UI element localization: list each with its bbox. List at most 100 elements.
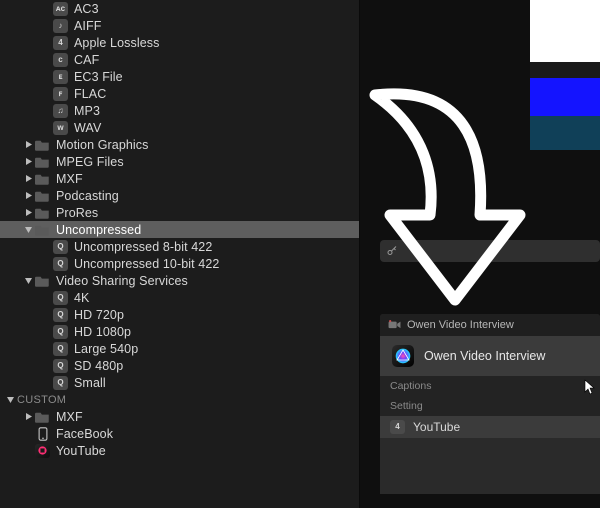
disclosure-right-icon[interactable] xyxy=(24,174,33,183)
tree-item-label: MXF xyxy=(56,410,356,424)
tree-item-label: Video Sharing Services xyxy=(56,274,356,288)
folder-icon xyxy=(35,206,50,220)
tree-item-label: SD 480p xyxy=(74,359,356,373)
app-icon xyxy=(35,444,50,458)
folder-icon xyxy=(35,274,50,288)
tree-item-format[interactable]: ♪AIFF xyxy=(0,17,360,34)
camera-icon xyxy=(388,320,401,331)
tree-item-format[interactable]: 4Apple Lossless xyxy=(0,34,360,51)
preset-icon: Q xyxy=(53,376,68,390)
tree-item-format[interactable]: ᴡ WAV xyxy=(0,119,360,136)
preset-icon: Q xyxy=(53,291,68,305)
fcpx-app-icon xyxy=(392,345,414,367)
tree-item-preset[interactable]: Q 4K xyxy=(0,289,360,306)
tree-item-category[interactable]: Podcasting xyxy=(0,187,360,204)
tree-item-format[interactable]: ꜰ FLAC xyxy=(0,85,360,102)
tree-item-label: Podcasting xyxy=(56,189,356,203)
folder-icon xyxy=(35,410,50,424)
setting-section-label: Setting xyxy=(380,396,600,416)
tree-item-label: MPEG Files xyxy=(56,155,356,169)
tree-item-label: AC3 xyxy=(74,2,356,16)
tree-item-preset[interactable]: Q Uncompressed 10-bit 422 xyxy=(0,255,360,272)
tree-item-label: MXF xyxy=(56,172,356,186)
tree-item-category[interactable]: Motion Graphics xyxy=(0,136,360,153)
preset-icon: Q xyxy=(53,359,68,373)
format-icon: ᴄ xyxy=(53,53,68,67)
tree-item-label: EC3 File xyxy=(74,70,356,84)
tree-item-custom[interactable]: YouTube xyxy=(0,442,360,459)
disclosure-right-icon[interactable] xyxy=(24,208,33,217)
preset-icon: Q xyxy=(53,342,68,356)
share-panel-header: Owen Video Interview xyxy=(380,314,600,336)
key-icon xyxy=(386,245,398,257)
tree-item-format[interactable]: ᴄCAF xyxy=(0,51,360,68)
tree-item-label: HD 720p xyxy=(74,308,356,322)
preset-icon: Q xyxy=(53,240,68,254)
tree-item-label: MP3 xyxy=(74,104,356,118)
project-row[interactable]: Owen Video Interview xyxy=(380,336,600,376)
project-title: Owen Video Interview xyxy=(424,349,545,363)
tree-item-preset[interactable]: Q Uncompressed 8-bit 422 xyxy=(0,238,360,255)
format-icon: ᴀᴄ xyxy=(53,2,68,16)
setting-value-icon: 4 xyxy=(390,420,405,434)
setting-value-label: YouTube xyxy=(413,420,460,434)
preset-icon: Q xyxy=(53,308,68,322)
tree-item-label: Small xyxy=(74,376,356,390)
folder-icon xyxy=(35,155,50,169)
tree-item-label: HD 1080p xyxy=(74,325,356,339)
tree-item-preset[interactable]: Q SD 480p xyxy=(0,357,360,374)
format-icon: ♪ xyxy=(53,19,68,33)
tree-item-label: Uncompressed 8-bit 422 xyxy=(74,240,356,254)
disclosure-down-icon[interactable] xyxy=(6,395,15,404)
tree-item-format[interactable]: ᴀᴄ AC3 xyxy=(0,0,360,17)
preview-tile-white xyxy=(530,0,600,62)
preview-thumbnails xyxy=(530,0,600,150)
captions-section-label[interactable]: Captions xyxy=(380,376,600,396)
tree-item-label: Uncompressed 10-bit 422 xyxy=(74,257,356,271)
preview-tile-teal xyxy=(530,116,600,150)
tree-item-label: Motion Graphics xyxy=(56,138,356,152)
format-icon: ᴡ xyxy=(53,121,68,135)
tree-item-label: FaceBook xyxy=(56,427,356,441)
preset-icon: Q xyxy=(53,257,68,271)
tree-item-uncompressed[interactable]: Uncompressed xyxy=(0,221,360,238)
tree-item-format[interactable]: ♫ MP3 xyxy=(0,102,360,119)
format-icon: 4 xyxy=(53,36,68,50)
tree-item-category[interactable]: MXF xyxy=(0,170,360,187)
tree-item-video-sharing[interactable]: Video Sharing Services xyxy=(0,272,360,289)
disclosure-right-icon[interactable] xyxy=(24,412,33,421)
tree-item-label: WAV xyxy=(74,121,356,135)
folder-icon xyxy=(35,138,50,152)
format-icon: ꜰ xyxy=(53,87,68,101)
tree-item-format[interactable]: ᴇEC3 File xyxy=(0,68,360,85)
custom-heading: CUSTOM xyxy=(0,391,360,408)
tree-item-preset[interactable]: Q Large 540p xyxy=(0,340,360,357)
tree-item-label: Uncompressed xyxy=(56,223,356,237)
share-panel: Owen Video Interview Owen Video Intervie… xyxy=(380,314,600,494)
search-field[interactable] xyxy=(380,240,600,262)
disclosure-down-icon[interactable] xyxy=(24,276,33,285)
tree-item-category[interactable]: MPEG Files xyxy=(0,153,360,170)
mouse-cursor-icon xyxy=(584,379,596,393)
tree-item-label: FLAC xyxy=(74,87,356,101)
tree-item-preset[interactable]: Q HD 720p xyxy=(0,306,360,323)
sidebar: ᴀᴄAC3♪AIFF4Apple LosslessᴄCAFᴇEC3 FileꜰF… xyxy=(0,0,360,508)
phone-icon xyxy=(35,427,50,441)
disclosure-right-icon[interactable] xyxy=(24,157,33,166)
tree-item-category[interactable]: ProRes xyxy=(0,204,360,221)
tree-item-label: Large 540p xyxy=(74,342,356,356)
share-header-title: Owen Video Interview xyxy=(407,319,514,331)
disclosure-down-icon[interactable] xyxy=(24,225,33,234)
preview-tile-blue xyxy=(530,78,600,116)
tree-item-label: 4K xyxy=(74,291,356,305)
disclosure-right-icon[interactable] xyxy=(24,140,33,149)
setting-value-row[interactable]: 4 YouTube xyxy=(380,416,600,438)
tree-item-preset[interactable]: QHD 1080p xyxy=(0,323,360,340)
tree-item-preset[interactable]: Q Small xyxy=(0,374,360,391)
tree-item-custom[interactable]: MXF xyxy=(0,408,360,425)
format-icon: ♫ xyxy=(53,104,68,118)
disclosure-right-icon[interactable] xyxy=(24,191,33,200)
tree-item-custom[interactable]: FaceBook xyxy=(0,425,360,442)
folder-icon xyxy=(35,223,50,237)
right-panels: Owen Video Interview Owen Video Intervie… xyxy=(360,0,600,508)
